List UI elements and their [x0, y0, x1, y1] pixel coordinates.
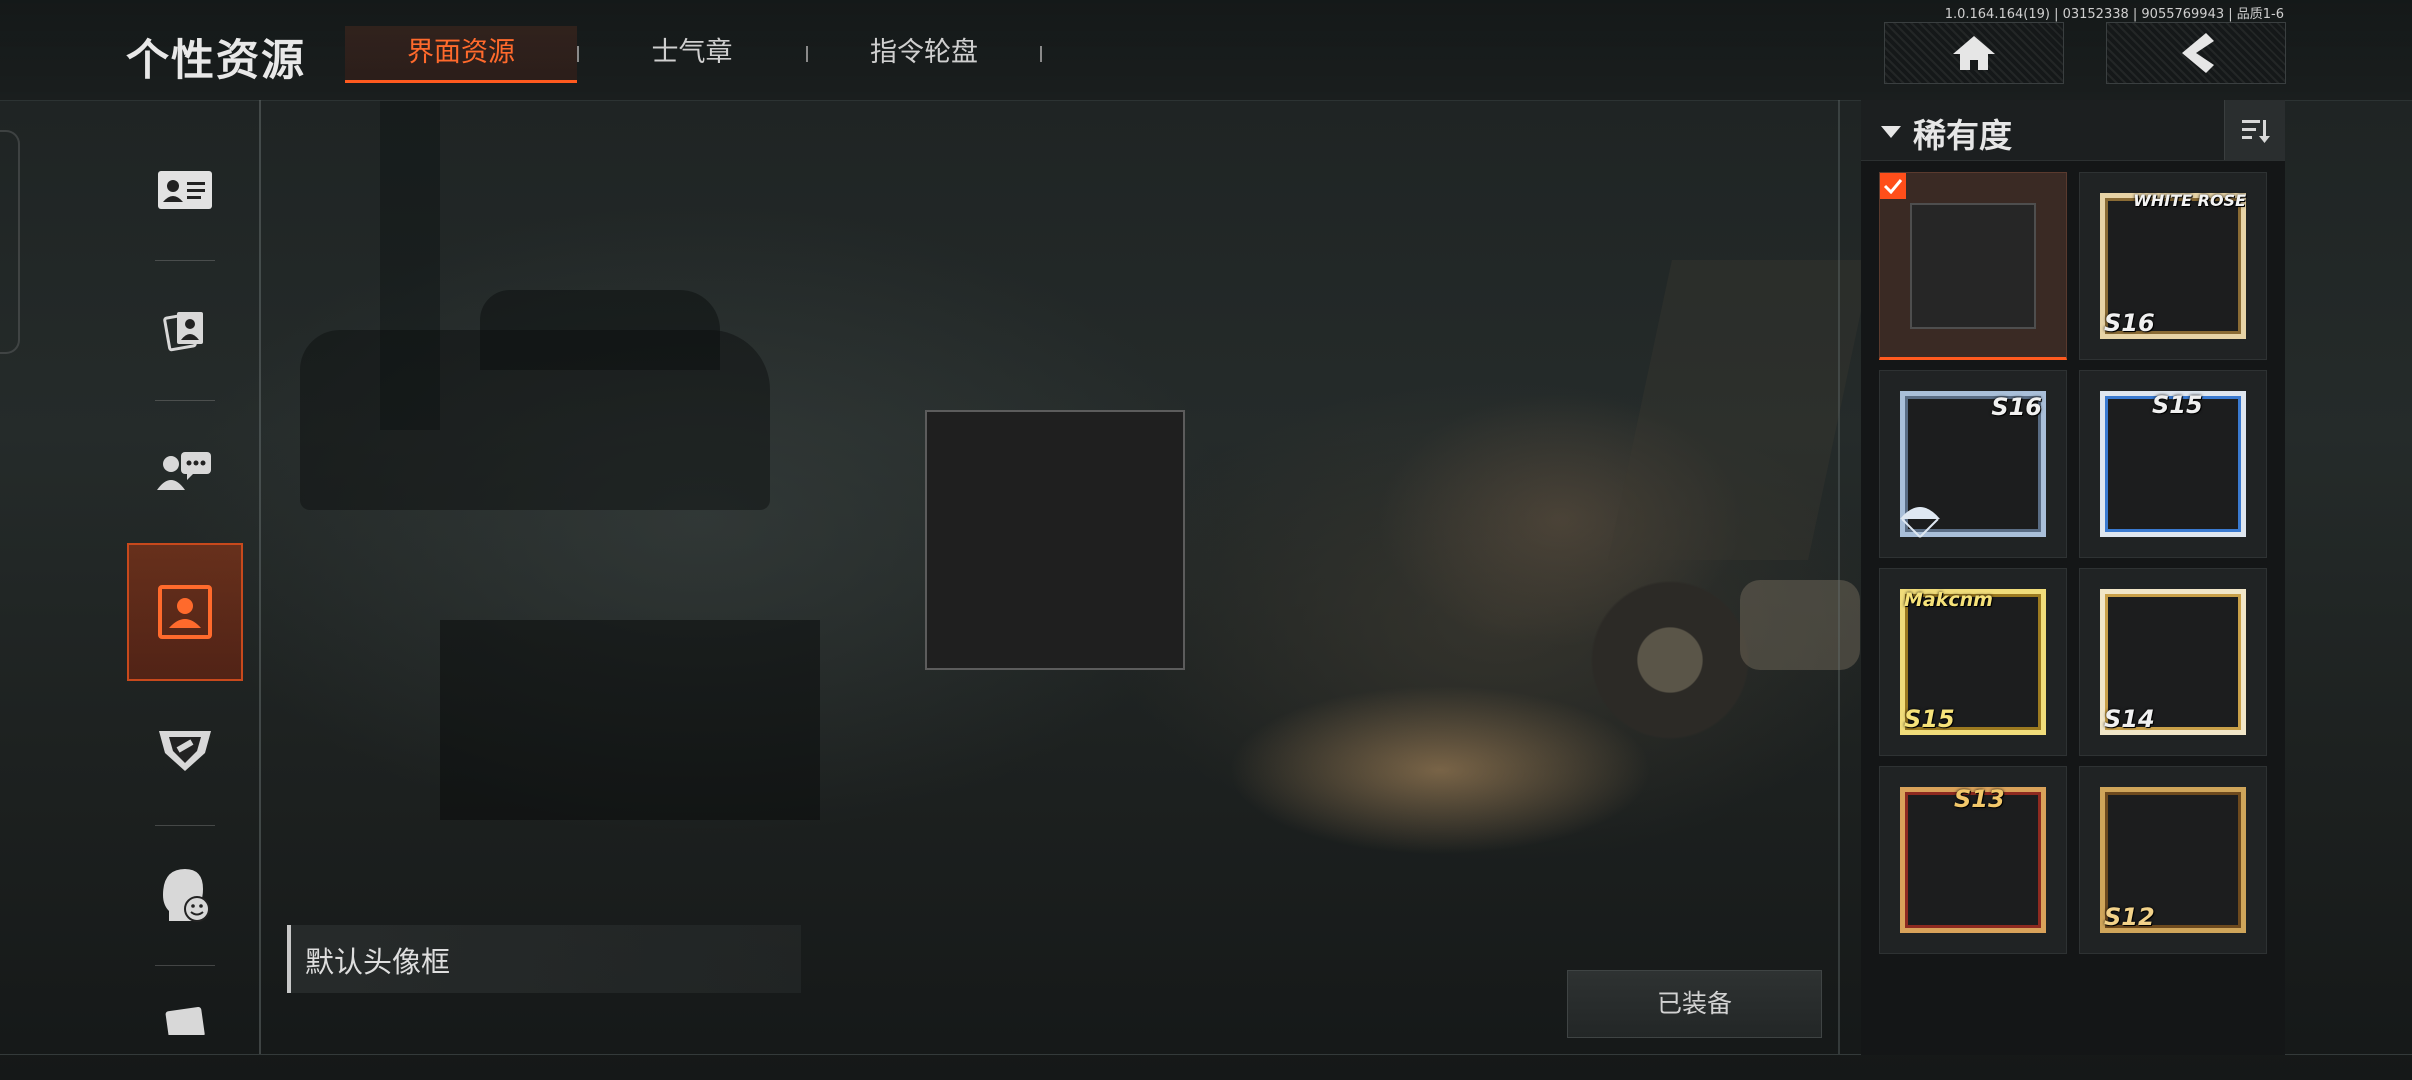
equipped-check-icon	[1880, 173, 1906, 199]
version-info: 1.0.164.164(19) | 03152338 | 9055769943 …	[1944, 7, 2284, 22]
caret-down-icon	[1881, 126, 1901, 138]
rarity-filter-header[interactable]: 稀有度	[1861, 100, 2285, 161]
sidebar-item-id-card[interactable]	[127, 130, 243, 250]
season-label: S15	[2152, 391, 2203, 419]
sidebar-divider	[259, 100, 261, 1054]
frame-item[interactable]: S13	[1879, 766, 2067, 954]
sidebar-item-chat-user[interactable]	[127, 410, 243, 530]
id-card-icon	[158, 171, 212, 209]
sidebar-item-face[interactable]	[127, 835, 243, 955]
avatar-frame-preview	[925, 410, 1185, 670]
season-label: S16	[2104, 309, 2155, 337]
equip-status-label: 已装备	[1656, 989, 1732, 1018]
face-emoji-icon	[163, 869, 210, 922]
season-label: S15	[1904, 705, 1955, 733]
photo-cards-icon	[163, 312, 203, 352]
tank-turret	[480, 290, 720, 370]
frame-item[interactable]: WHITE ROSE S16	[2079, 172, 2267, 360]
sidebar-divider-line	[155, 965, 215, 966]
tab-command-wheel[interactable]: 指令轮盘	[808, 26, 1040, 80]
sidebar-divider-line	[155, 260, 215, 261]
parachute-icon	[1900, 507, 1940, 538]
season-label: S16	[1991, 393, 2042, 421]
top-bar: 个性资源 界面资源 士气章 指令轮盘 1.0.164.164(19) | 031…	[0, 0, 2412, 101]
frame-item-default[interactable]	[1879, 172, 2067, 360]
card-partial-icon	[165, 1007, 205, 1035]
tire-silhouette	[1590, 560, 1750, 760]
back-chevron-icon	[2182, 33, 2214, 73]
sidebar-item-badge[interactable]	[127, 690, 243, 810]
frame-list-panel: 稀有度 WHITE ROSE S16 S16 S15 Makcnm S15 S1…	[1861, 100, 2285, 1055]
tab-interface-resources[interactable]: 界面资源	[345, 26, 577, 83]
sidebar-item-photo-cards[interactable]	[127, 270, 243, 390]
sort-icon	[2242, 120, 2270, 143]
season-label: S13	[1954, 785, 2005, 813]
barrel-silhouette	[1740, 580, 1860, 670]
sidebar-item-card-partial[interactable]	[127, 975, 243, 1035]
item-name-panel: 默认头像框	[287, 925, 801, 993]
item-name: 默认头像框	[305, 945, 451, 979]
season-label: Makcnm	[1904, 589, 1993, 611]
equipped-button[interactable]: 已装备	[1567, 970, 1822, 1038]
home-icon	[1953, 36, 1995, 70]
truck-silhouette	[1608, 260, 1872, 560]
sort-button[interactable]	[2224, 100, 2285, 160]
tab-label: 士气章	[651, 37, 733, 68]
pole-silhouette	[380, 100, 440, 430]
crate-silhouette	[440, 620, 820, 820]
chat-user-icon	[157, 452, 211, 490]
tab-label: 界面资源	[407, 37, 515, 68]
tab-morale-badge[interactable]: 士气章	[578, 26, 806, 80]
tab-divider	[1040, 46, 1042, 62]
sidebar-divider-line	[155, 825, 215, 826]
back-button[interactable]	[2106, 22, 2286, 84]
rarity-filter-label: 稀有度	[1913, 116, 2012, 155]
season-label: S12	[2104, 903, 2155, 931]
frame-item[interactable]: S16	[1879, 370, 2067, 558]
frame-item[interactable]: S14	[2079, 568, 2267, 756]
sidebar-divider-line	[155, 400, 215, 401]
frame-item[interactable]: Makcnm S15	[1879, 568, 2067, 756]
badge-emblem-icon	[159, 731, 211, 771]
content-divider	[1838, 100, 1840, 1054]
home-button[interactable]	[1884, 22, 2064, 84]
frame-item[interactable]: S12	[2079, 766, 2267, 954]
tab-label: 指令轮盘	[870, 37, 978, 68]
season-label: S14	[2104, 705, 2155, 733]
season-label: WHITE ROSE	[2133, 191, 2246, 210]
frame-thumbnail	[1910, 203, 2036, 329]
sidebar-item-avatar-frame[interactable]	[127, 543, 243, 681]
page-title: 个性资源	[126, 36, 306, 86]
frame-item[interactable]: S15	[2079, 370, 2267, 558]
avatar-frame-icon	[158, 585, 212, 639]
